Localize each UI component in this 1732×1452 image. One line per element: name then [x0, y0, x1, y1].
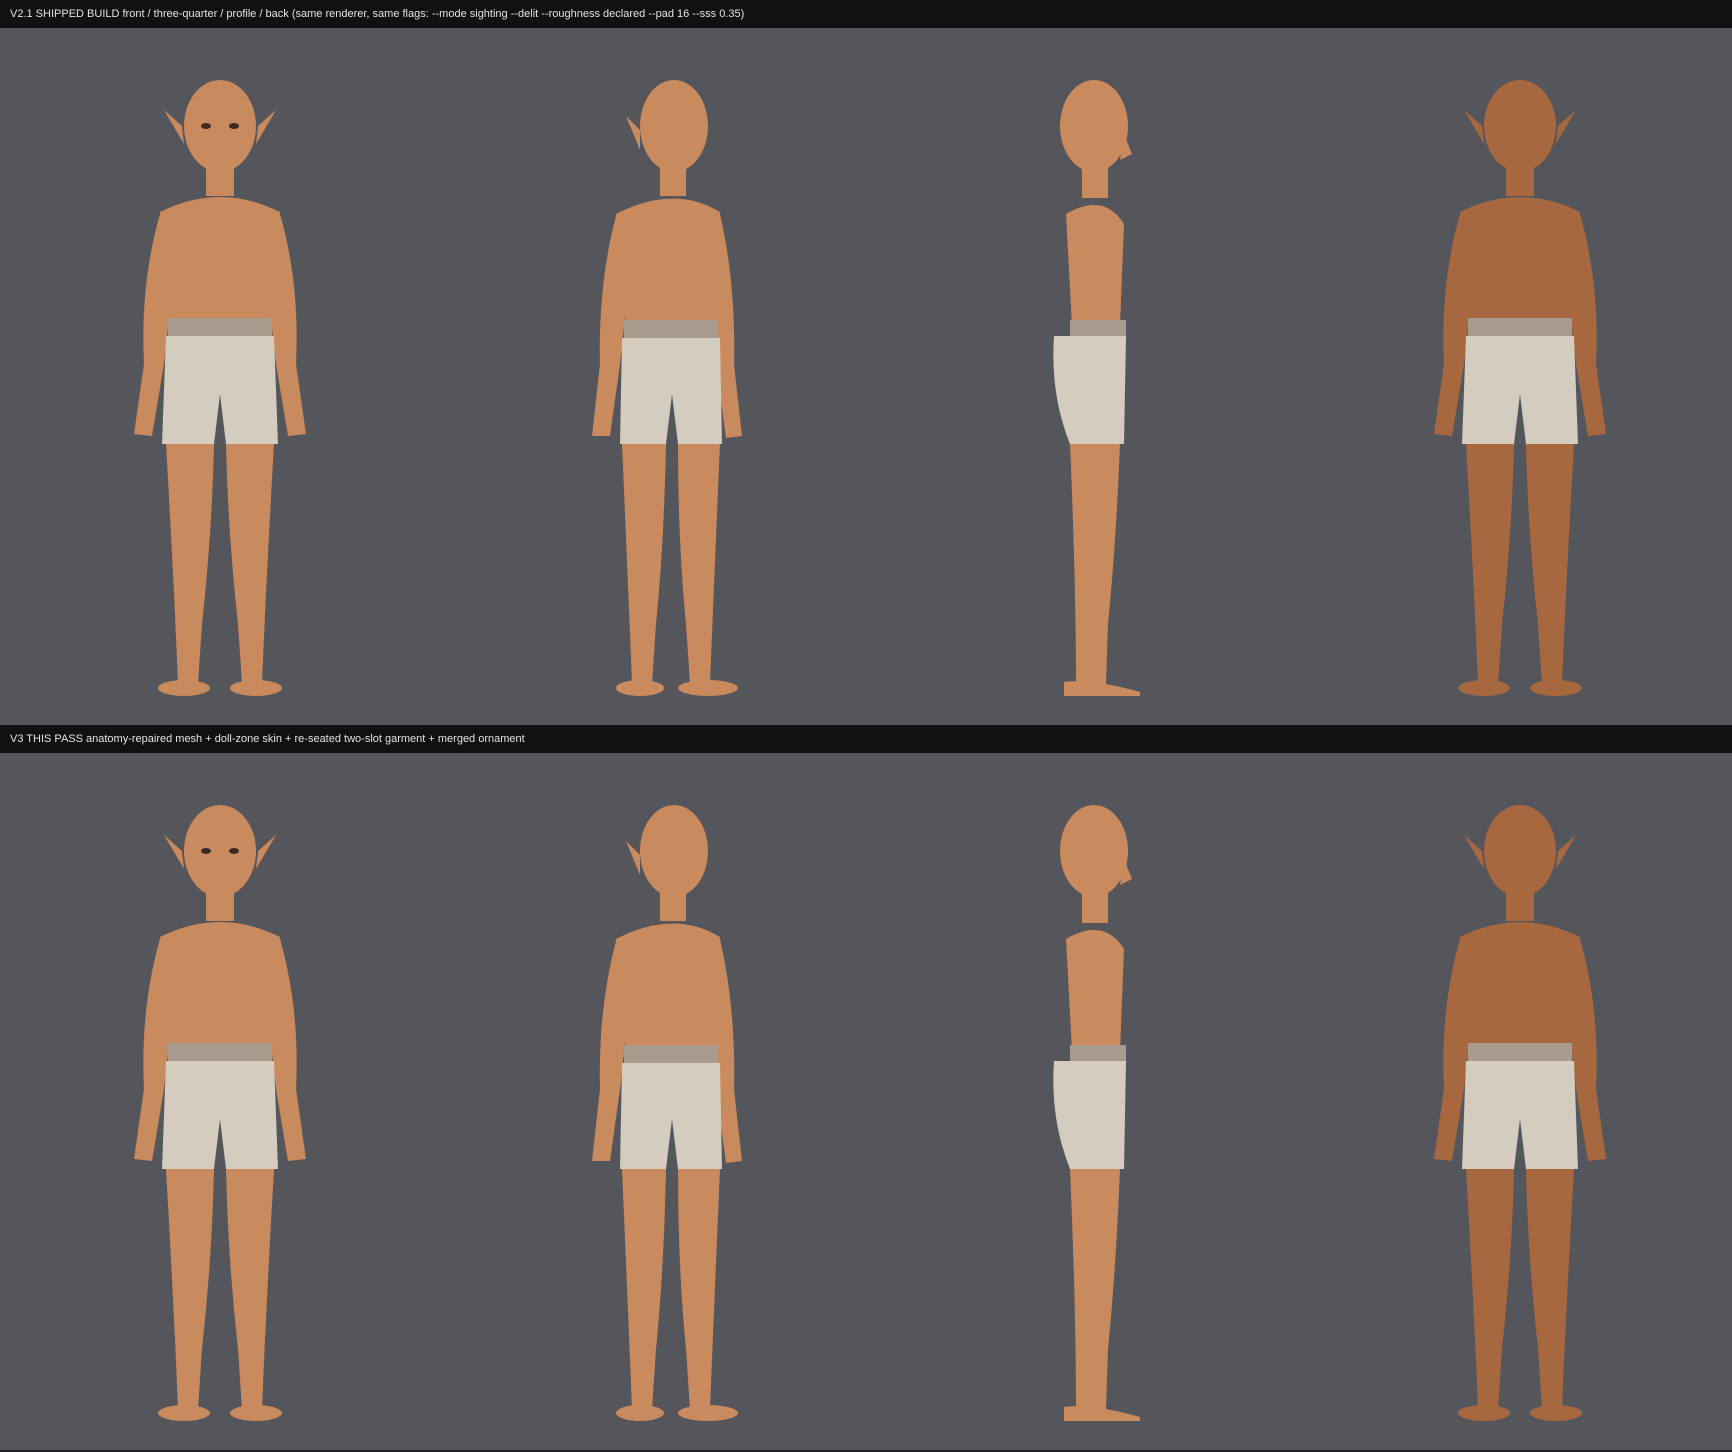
row-caption-v3: V3 THIS PASS anatomy-repaired mesh + dol… [0, 725, 1732, 753]
figure-profile-v21 [1020, 64, 1220, 724]
render-row-v3 [0, 753, 1732, 1450]
render-row-v21 [0, 28, 1732, 725]
figure-three-quarter-v3 [570, 789, 770, 1449]
figure-three-quarter-v21 [570, 64, 770, 724]
figure-back-v21 [1420, 64, 1620, 724]
figure-front-v21 [120, 64, 320, 724]
row-caption-v21: V2.1 SHIPPED BUILD front / three-quarter… [0, 0, 1732, 28]
figure-back-v3 [1420, 789, 1620, 1449]
figure-profile-v3 [1020, 789, 1220, 1449]
figure-front-v3 [120, 789, 320, 1449]
